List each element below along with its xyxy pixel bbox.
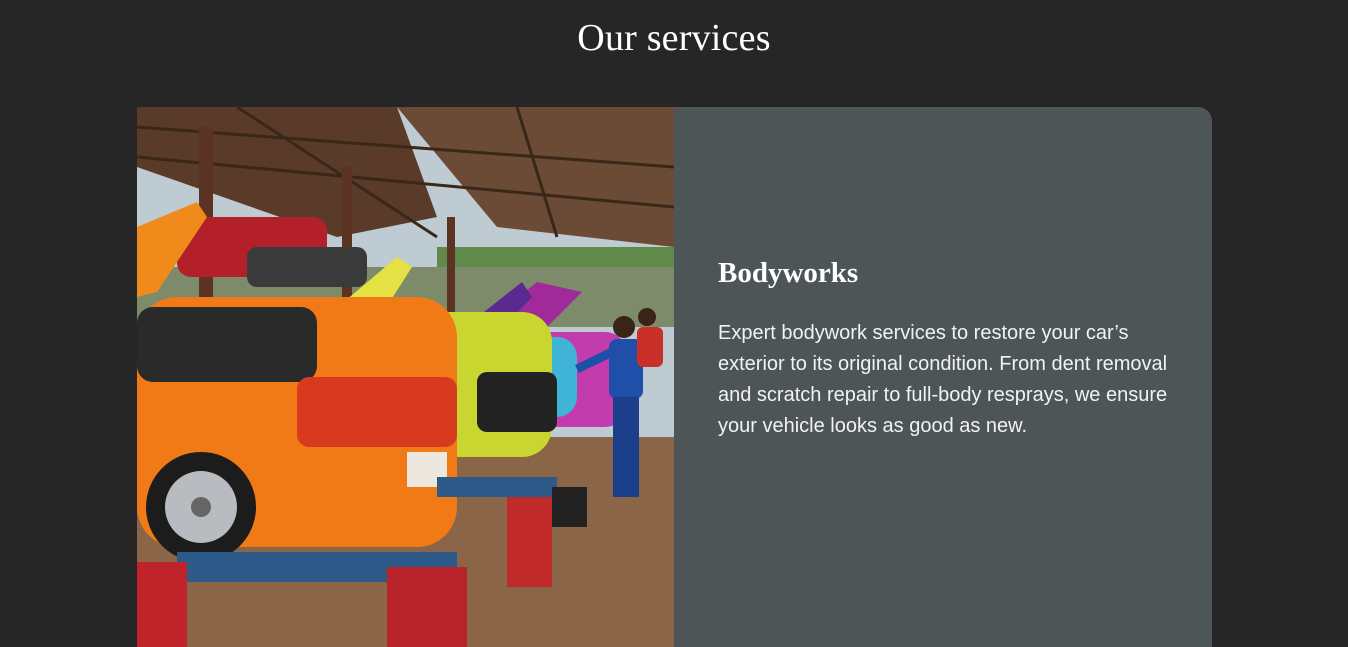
service-details: Bodyworks Expert bodywork services to re…	[674, 107, 1212, 647]
service-title: Bodyworks	[718, 257, 859, 289]
service-description: Expert bodywork services to restore your…	[718, 322, 1168, 437]
section-title: Our services	[577, 17, 771, 59]
service-image	[137, 107, 674, 647]
service-card: Bodyworks Expert bodywork services to re…	[137, 107, 1212, 647]
